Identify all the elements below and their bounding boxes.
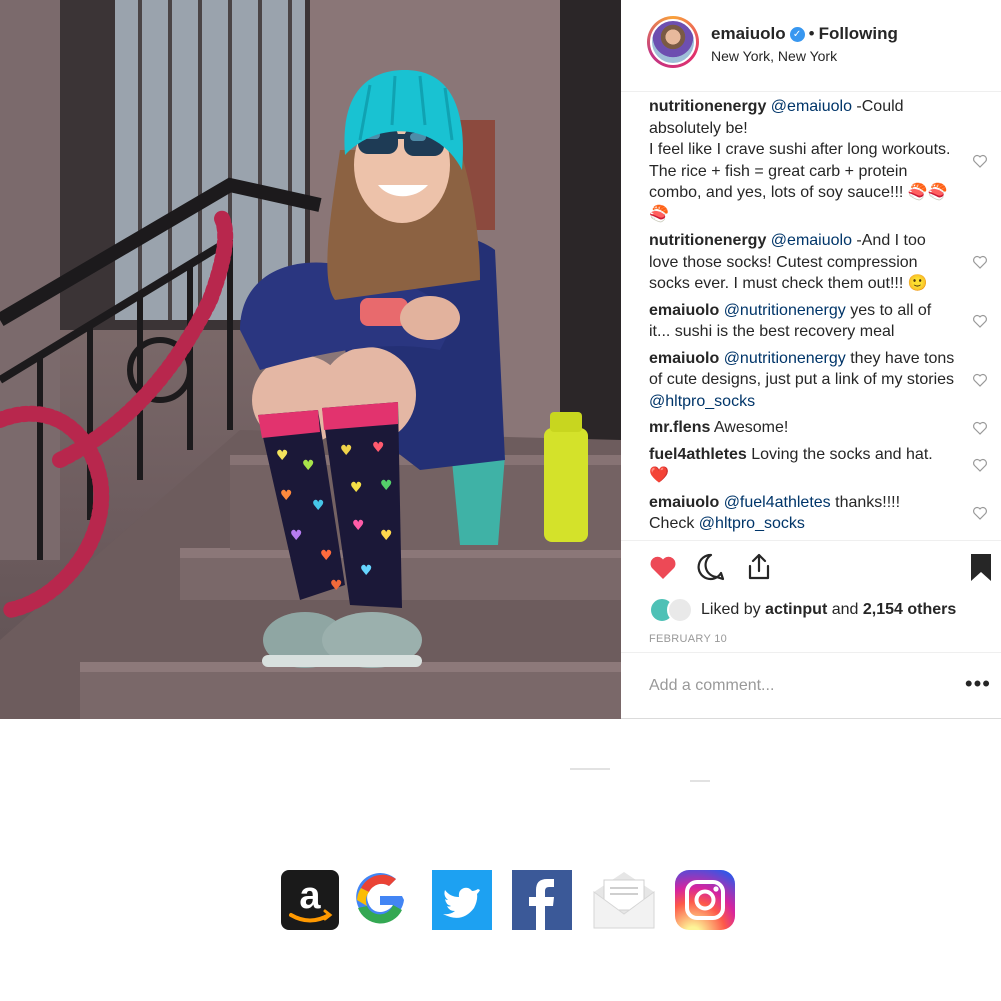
comment-mention[interactable]: @emaiuolo	[771, 232, 852, 249]
svg-text:♥: ♥	[360, 563, 373, 579]
twitter-icon[interactable]	[432, 870, 492, 930]
liked-by-user[interactable]: actinput	[765, 601, 827, 619]
comment-author[interactable]: nutritionenergy	[649, 232, 766, 249]
comment: emaiuolo @nutritionenergy yes to all of …	[649, 300, 989, 343]
liked-by-prefix: Liked by	[701, 601, 766, 618]
comment-author[interactable]: fuel4athletes	[649, 446, 747, 463]
svg-text:♥: ♥	[340, 443, 353, 459]
svg-text:♥: ♥	[352, 518, 365, 534]
amazon-icon[interactable]: a	[281, 870, 339, 930]
svg-text:♥: ♥	[302, 458, 315, 474]
comments-list: nutritionenergy @emaiuolo -Could absolut…	[649, 96, 989, 540]
likes-summary: Liked by actinput and 2,154 others	[649, 597, 956, 623]
svg-text:♥: ♥	[350, 480, 363, 496]
heart-filled-icon[interactable]	[647, 551, 679, 583]
heart-outline-icon[interactable]	[971, 312, 989, 330]
email-icon[interactable]	[592, 870, 656, 930]
bookmark-filled-icon[interactable]	[965, 551, 997, 583]
comment: emaiuolo @nutritionenergy they have tons…	[649, 348, 989, 413]
svg-text:♥: ♥	[276, 448, 289, 464]
svg-text:♥: ♥	[320, 548, 333, 564]
add-comment-input[interactable]: Add a comment...	[649, 677, 774, 695]
liked-by-and: and	[827, 601, 863, 618]
heart-outline-icon[interactable]	[971, 371, 989, 389]
comment-author[interactable]: emaiuolo	[649, 350, 719, 367]
svg-text:♥: ♥	[280, 488, 293, 504]
google-icon[interactable]	[350, 870, 410, 930]
heart-outline-icon[interactable]	[971, 456, 989, 474]
avatar[interactable]	[647, 16, 699, 68]
comment: emaiuolo @fuel4athletes thanks!!!! Check…	[649, 492, 989, 535]
svg-text:♥: ♥	[372, 440, 385, 456]
separator-dot: •	[808, 24, 815, 43]
divider	[690, 780, 710, 782]
comment-mention[interactable]: @emaiuolo	[771, 98, 852, 115]
comment-author[interactable]: emaiuolo	[649, 302, 719, 319]
heart-outline-icon[interactable]	[971, 419, 989, 437]
comment: mr.flens Awesome!	[649, 417, 989, 439]
verified-badge-icon: ✓	[789, 26, 805, 42]
divider	[570, 768, 610, 770]
comment-mention[interactable]: @hltpro_socks	[699, 515, 805, 532]
heart-outline-icon[interactable]	[971, 152, 989, 170]
comment-author[interactable]: mr.flens	[649, 419, 710, 436]
instagram-icon[interactable]	[675, 870, 735, 930]
amazon-letter: a	[299, 875, 321, 917]
post-date: FEBRUARY 10	[649, 633, 728, 645]
comment-mention[interactable]: @nutritionenergy	[724, 302, 846, 319]
more-options-button[interactable]: •••	[965, 671, 991, 697]
username[interactable]: emaiuolo	[711, 24, 786, 44]
liker-avatar	[667, 597, 693, 623]
comment-author[interactable]: emaiuolo	[649, 494, 719, 511]
svg-text:♥: ♥	[380, 528, 393, 544]
likes-count[interactable]: 2,154 others	[863, 601, 956, 619]
post-detail-panel: emaiuolo ✓ • Following New York, New Yor…	[621, 0, 1001, 719]
facebook-icon[interactable]	[512, 870, 572, 930]
comment-mention[interactable]: @hltpro_socks	[649, 393, 755, 410]
post-header: emaiuolo ✓ • Following New York, New Yor…	[621, 0, 1001, 92]
comment-text: Awesome!	[710, 419, 789, 436]
following-button[interactable]: Following	[819, 24, 898, 44]
svg-text:♥: ♥	[290, 528, 303, 544]
comment-text: -Could absolutely be! I feel like I crav…	[649, 98, 951, 223]
heart-outline-icon[interactable]	[971, 504, 989, 522]
avatar-image	[650, 19, 696, 65]
share-upload-icon[interactable]	[743, 551, 775, 583]
svg-text:♥: ♥	[312, 498, 325, 514]
photo-illustration: ♥ ♥ ♥ ♥ ♥ ♥ ♥ ♥ ♥ ♥ ♥ ♥ ♥ ♥	[0, 0, 621, 719]
username-row: emaiuolo ✓ • Following	[711, 24, 898, 44]
post-photo: ♥ ♥ ♥ ♥ ♥ ♥ ♥ ♥ ♥ ♥ ♥ ♥ ♥ ♥	[0, 0, 621, 719]
comment-mention[interactable]: @fuel4athletes	[724, 494, 831, 511]
svg-text:♥: ♥	[330, 578, 343, 594]
comment-author[interactable]: nutritionenergy	[649, 98, 766, 115]
comment-bubble-icon[interactable]	[695, 551, 727, 583]
post-actions: Liked by actinput and 2,154 others FEBRU…	[621, 540, 1001, 670]
svg-text:♥: ♥	[380, 478, 393, 494]
comment: fuel4athletes Loving the socks and hat. …	[649, 444, 989, 487]
comment: nutritionenergy @emaiuolo -And I too lov…	[649, 230, 989, 295]
comment-mention[interactable]: @nutritionenergy	[724, 350, 846, 367]
comment: nutritionenergy @emaiuolo -Could absolut…	[649, 96, 989, 225]
add-comment-bar: Add a comment... •••	[621, 652, 1001, 718]
heart-outline-icon[interactable]	[971, 253, 989, 271]
location-link[interactable]: New York, New York	[711, 48, 837, 64]
